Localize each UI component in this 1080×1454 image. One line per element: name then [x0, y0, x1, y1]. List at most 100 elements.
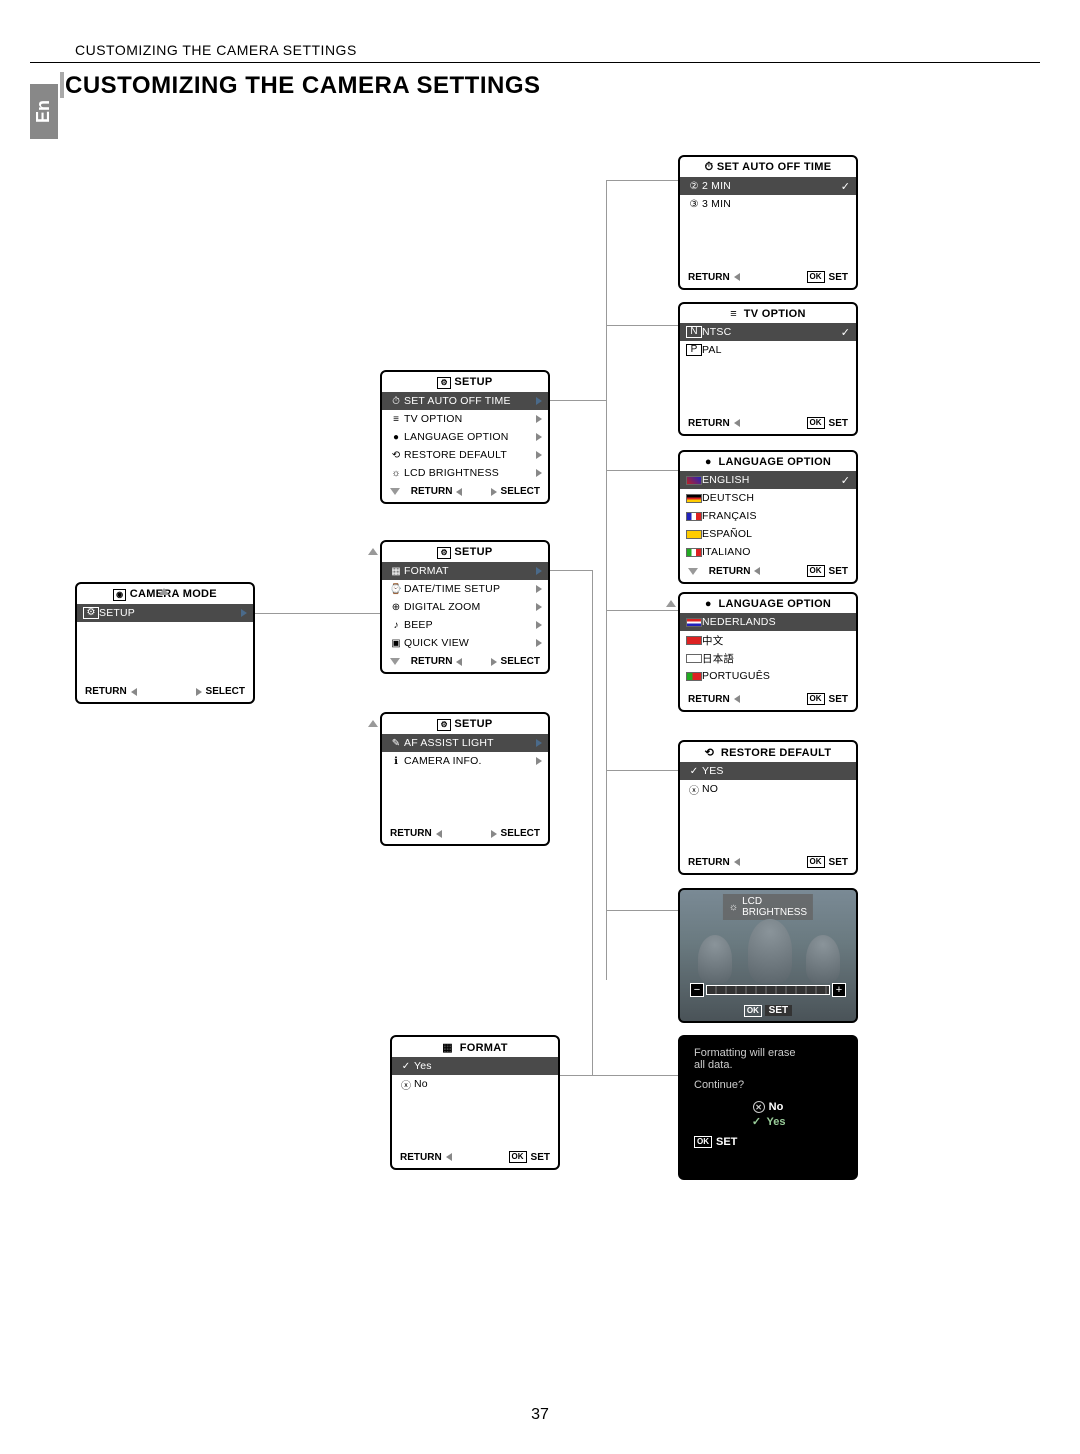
restore-icon: ⟲: [388, 450, 404, 461]
menu-item-auto-off[interactable]: ⏱SET AUTO OFF TIME: [382, 392, 548, 410]
title-bar-accent: [60, 72, 64, 98]
right-arrow-icon: [491, 830, 497, 838]
tv-option-panel: ≡ TV OPTION NNTSC✓ PPAL RETURN OKSET: [678, 302, 858, 436]
ok-icon: OK: [509, 1151, 527, 1163]
flag-pt-icon: [686, 672, 702, 681]
option-italiano[interactable]: ITALIANO: [680, 543, 856, 561]
restore-panel: ⟲ RESTORE DEFAULT ✓YES ⓧNO RETURN OKSET: [678, 740, 858, 875]
setup-icon: ⚙: [437, 377, 450, 389]
option-ntsc[interactable]: NNTSC✓: [680, 323, 856, 341]
chevron-right-icon: [536, 621, 542, 629]
brightness-icon: ☼: [729, 902, 738, 913]
menu-item-zoom[interactable]: ⊕DIGITAL ZOOM: [382, 598, 548, 616]
tv-icon: ≡: [388, 414, 404, 425]
brightness-slider[interactable]: − +: [690, 983, 846, 997]
language2-title: ● LANGUAGE OPTION: [680, 594, 856, 613]
plus-button[interactable]: +: [832, 983, 846, 997]
panel-footer: RETURN SELECT: [382, 652, 548, 672]
setup-panel-3: ⚙ SETUP ✎AF ASSIST LIGHT ℹCAMERA INFO. R…: [380, 712, 550, 846]
left-arrow-icon: [446, 1153, 452, 1161]
option-no[interactable]: ⓧNo: [392, 1075, 558, 1093]
menu-item-quickview[interactable]: ▣QUICK VIEW: [382, 634, 548, 652]
option-espanol[interactable]: ESPAÑOL: [680, 525, 856, 543]
chevron-right-icon: [536, 757, 542, 765]
restore-icon: ⟲: [705, 747, 715, 759]
menu-item-setup[interactable]: ⚙ SETUP: [77, 604, 253, 622]
chevron-right-icon: [536, 397, 542, 405]
option-francais[interactable]: FRANÇAIS: [680, 507, 856, 525]
check-icon: ✓: [398, 1061, 414, 1072]
panel-footer: RETURN OKSET: [680, 561, 856, 582]
confirm-text-2: all data.: [694, 1059, 842, 1071]
language-icon: ●: [388, 432, 404, 443]
flag-de-icon: [686, 494, 702, 503]
right-arrow-icon: [491, 658, 497, 666]
option-no[interactable]: ⓧNO: [680, 780, 856, 798]
chevron-right-icon: [536, 585, 542, 593]
page-title: CUSTOMIZING THE CAMERA SETTINGS: [65, 72, 541, 100]
option-yes[interactable]: ✓YES: [680, 762, 856, 780]
confirm-no[interactable]: ✕No: [694, 1101, 842, 1113]
left-arrow-icon: [734, 695, 740, 703]
setup1-title: ⚙ SETUP: [382, 372, 548, 392]
ok-icon: OK: [807, 565, 825, 577]
person-silhouette: [806, 935, 840, 983]
option-pal[interactable]: PPAL: [680, 341, 856, 359]
right-arrow-icon: [196, 688, 202, 696]
lcd-footer: OK SET: [680, 1005, 856, 1017]
ok-icon: OK: [807, 856, 825, 868]
slider-track[interactable]: [706, 985, 830, 995]
calendar-icon: ⌚: [388, 584, 404, 595]
ok-icon: OK: [807, 417, 825, 429]
quickview-icon: ▣: [388, 638, 404, 649]
menu-item-af-assist[interactable]: ✎AF ASSIST LIGHT: [382, 734, 548, 752]
confirm-text-3: Continue?: [694, 1079, 842, 1091]
scroll-up-icon: [159, 588, 169, 595]
flag-jp-icon: [686, 654, 702, 663]
menu-item-lcd[interactable]: ☼LCD BRIGHTNESS: [382, 464, 548, 482]
chevron-right-icon: [536, 567, 542, 575]
confirm-yes[interactable]: ✓Yes: [694, 1115, 842, 1128]
scroll-up-icon: [368, 548, 378, 555]
option-2min[interactable]: ②2 MIN✓: [680, 177, 856, 195]
option-portugues[interactable]: PORTUGUÊS: [680, 667, 856, 685]
minus-button[interactable]: −: [690, 983, 704, 997]
tv-icon: ≡: [730, 308, 737, 320]
down-arrow-icon: [688, 568, 698, 575]
option-japanese[interactable]: 日本語: [680, 649, 856, 667]
setup2-title: ⚙ SETUP: [382, 542, 548, 562]
zoom-icon: ⊕: [388, 602, 404, 613]
menu-item-language[interactable]: ●LANGUAGE OPTION: [382, 428, 548, 446]
auto-off-panel: ⏱ SET AUTO OFF TIME ②2 MIN✓ ③3 MIN RETUR…: [678, 155, 858, 290]
menu-item-format[interactable]: ▦FORMAT: [382, 562, 548, 580]
panel-footer: RETURN SELECT: [77, 682, 253, 702]
menu-item-restore[interactable]: ⟲RESTORE DEFAULT: [382, 446, 548, 464]
confirm-text-1: Formatting will erase: [694, 1047, 842, 1059]
option-chinese[interactable]: 中文: [680, 631, 856, 649]
menu-item-tv-option[interactable]: ≡TV OPTION: [382, 410, 548, 428]
panel-footer: RETURN SELECT: [382, 824, 548, 844]
format-confirm-dialog: Formatting will erase all data. Continue…: [678, 1035, 858, 1180]
chevron-right-icon: [241, 609, 247, 617]
option-nederlands[interactable]: NEDERLANDS: [680, 613, 856, 631]
format-panel: ▦ FORMAT ✓Yes ⓧNo RETURN OKSET: [390, 1035, 560, 1170]
pal-icon: P: [686, 344, 702, 356]
menu-item-beep[interactable]: ♪BEEP: [382, 616, 548, 634]
language-title: ● LANGUAGE OPTION: [680, 452, 856, 471]
left-arrow-icon: [456, 488, 462, 496]
option-deutsch[interactable]: DEUTSCH: [680, 489, 856, 507]
chevron-right-icon: [536, 433, 542, 441]
option-3min[interactable]: ③3 MIN: [680, 195, 856, 213]
option-yes[interactable]: ✓Yes: [392, 1057, 558, 1075]
option-english[interactable]: ENGLISH✓: [680, 471, 856, 489]
left-arrow-icon: [436, 830, 442, 838]
language-icon: ●: [705, 456, 712, 468]
page-number: 37: [0, 1406, 1080, 1424]
menu-item-camera-info[interactable]: ℹCAMERA INFO.: [382, 752, 548, 770]
panel-footer: RETURN OKSET: [392, 1147, 558, 1168]
lcd-title: ☼ LCD BRIGHTNESS: [723, 894, 813, 920]
chevron-right-icon: [536, 739, 542, 747]
menu-item-datetime[interactable]: ⌚DATE/TIME SETUP: [382, 580, 548, 598]
person-silhouette: [748, 919, 792, 983]
restore-title: ⟲ RESTORE DEFAULT: [680, 742, 856, 762]
